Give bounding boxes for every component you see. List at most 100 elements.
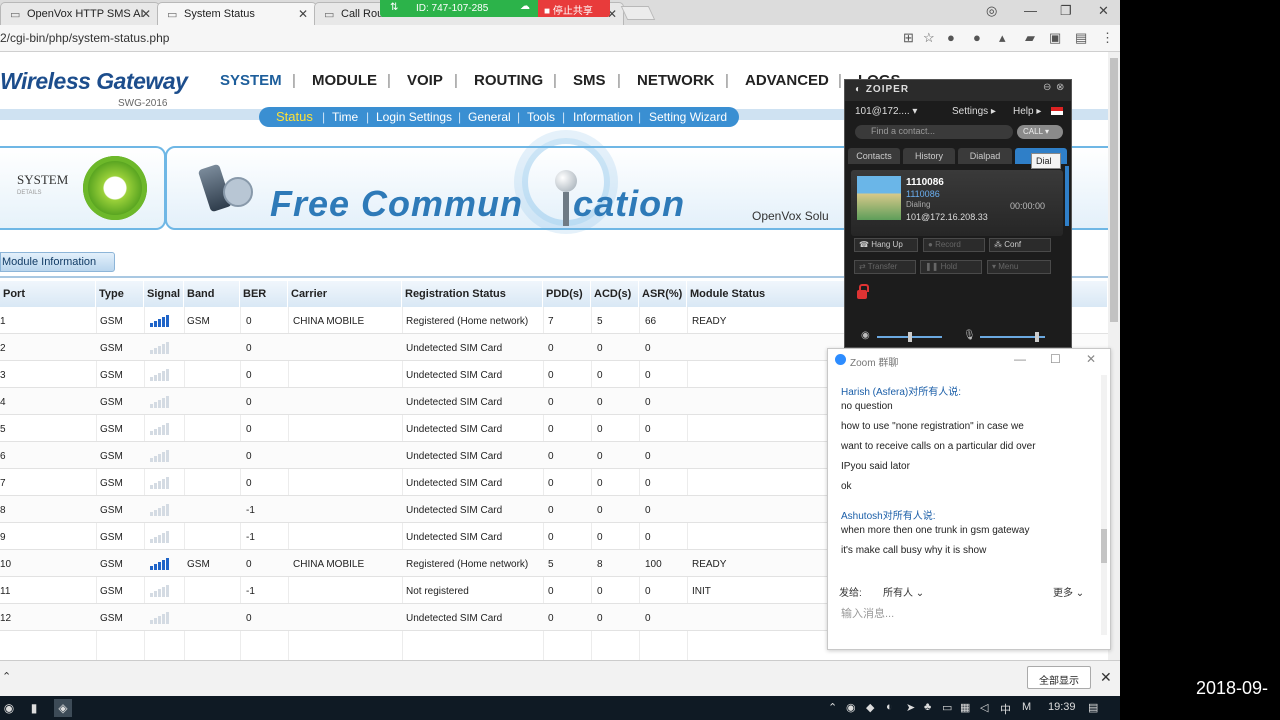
tray-icon[interactable]: ♣ [924,701,931,713]
subnav-setting-wizard[interactable]: Setting Wizard [649,110,727,124]
close-icon[interactable]: ⊗ [1056,82,1064,93]
transfer-button[interactable]: ⇄ Transfer [854,260,916,274]
chat-scrollbar[interactable] [1101,375,1107,635]
tray-icon[interactable]: ➤ [906,701,915,714]
minimize-icon[interactable]: ⊖ [1043,82,1051,93]
stop-icon: ■ [544,6,553,17]
speaker-volume-knob[interactable] [908,332,912,342]
tab-title: OpenVox HTTP SMS AI [27,8,144,20]
maximize-icon[interactable]: ☐ [1050,352,1061,366]
volume-icon[interactable]: ◁ [980,701,988,714]
subnav-time[interactable]: Time [332,110,358,124]
close-icon[interactable]: ✕ [1100,669,1112,686]
help-menu[interactable]: Help ▸ [1013,106,1041,117]
app-icon[interactable]: ▮ [25,699,43,717]
chat-message: no question [841,401,893,412]
network-icon[interactable]: ▦ [960,701,970,714]
menu-button[interactable]: ▾ Menu [987,260,1051,274]
type-cell: GSM [100,559,123,570]
translate-icon[interactable]: ⊞ [903,30,914,46]
zoiper-scrollbar[interactable] [1065,166,1069,226]
tray-icon[interactable]: ◉ [846,701,856,714]
nav-routing[interactable]: ROUTING [474,72,543,89]
tray-icon[interactable]: ◐ [886,701,893,713]
more-dropdown[interactable]: 更多 ⌄ [1053,584,1084,599]
find-contact-input[interactable]: Find a contact... [855,125,1013,139]
stop-share-button[interactable]: ■ 停止共享 [538,0,610,17]
nav-network[interactable]: NETWORK [637,72,715,89]
user-icon[interactable]: ◎ [986,3,997,19]
new-tab-button[interactable] [620,6,656,20]
pdd-cell: 0 [548,505,554,516]
close-window-icon[interactable]: ✕ [1098,3,1109,19]
record-button[interactable]: ● Record [923,238,985,252]
extension-icon[interactable]: ● [947,30,955,45]
subnav-status[interactable]: Status [276,109,313,124]
minimize-icon[interactable]: — [1024,3,1037,18]
settings-menu[interactable]: Settings ▸ [952,106,996,117]
tray-icon[interactable]: ◆ [866,701,874,714]
port-cell: 10 [0,559,12,570]
page-icon: ▭ [10,9,21,21]
flag-icon[interactable] [1051,107,1063,115]
close-icon[interactable]: ✕ [1086,352,1096,366]
extension-icon[interactable]: ▤ [1075,30,1087,46]
chevron-up-icon[interactable]: ⌃ [2,670,11,683]
acd-cell: 0 [597,370,603,381]
nav-voip[interactable]: VOIP [407,72,443,89]
ime-indicator[interactable]: 中 [1000,701,1011,717]
hold-button[interactable]: ❚❚ Hold [920,260,982,274]
app-icon[interactable]: ◈ [54,699,72,717]
module-status-cell: INIT [692,586,711,597]
menu-kebab-icon[interactable]: ⋮ [1101,30,1114,46]
tab-system-status[interactable]: ▭ System Status ✕ [157,2,317,25]
microphone-stand [563,192,569,226]
tab-openvox-sms[interactable]: ▭ OpenVox HTTP SMS AI ✕ [0,2,160,25]
extension-icon[interactable]: ▣ [1049,30,1061,46]
scrollbar-thumb[interactable] [1110,58,1118,322]
signal-strength-icon [150,315,172,327]
extension-icon[interactable]: ▴ [999,30,1006,46]
chat-message-input[interactable]: 输入消息... [841,605,894,621]
tab-contacts[interactable]: Contacts [848,148,900,164]
banner-system-subtitle: DETAILS [17,190,42,196]
close-tab-icon[interactable]: ✕ [298,7,308,21]
tab-dialpad[interactable]: Dialpad [958,148,1012,164]
subnav-login-settings[interactable]: Login Settings [376,110,452,124]
cookie-icon[interactable]: ● [973,30,981,45]
nav-advanced[interactable]: ADVANCED [745,72,829,89]
module-information-tab[interactable]: Module Information [0,252,115,272]
show-all-downloads-button[interactable]: 全部显示 [1027,666,1091,689]
notifications-icon[interactable]: ▤ [1088,701,1098,714]
account-selector[interactable]: 101@172.... ▾ [855,106,917,117]
mic-volume-knob[interactable] [1035,332,1039,342]
nav-sms[interactable]: SMS [573,72,606,89]
restore-icon[interactable]: ❐ [1060,3,1072,19]
minimize-icon[interactable]: — [1014,352,1026,366]
registration-status-cell: Undetected SIM Card [406,532,503,543]
conference-button[interactable]: ⁂ Conf [989,238,1051,252]
url-field[interactable]: 2/cgi-bin/php/system-status.php [0,31,169,45]
subnav-general[interactable]: General [468,110,511,124]
clock[interactable]: 19:39 [1048,701,1076,713]
chevron-up-icon[interactable]: ⌃ [828,701,837,714]
extension-icon[interactable]: ▰ [1025,30,1035,46]
nav-system[interactable]: SYSTEM [220,72,282,89]
gmail-icon[interactable]: M [1022,701,1031,713]
tab-title: System Status [184,8,255,20]
chat-scrollbar-thumb[interactable] [1101,529,1107,563]
port-cell: 4 [0,397,6,408]
tab-history[interactable]: History [903,148,955,164]
hang-up-button[interactable]: ☎ Hang Up [854,238,918,252]
call-button[interactable]: CALL ▾ [1017,125,1063,139]
nav-module[interactable]: MODULE [312,72,377,89]
subnav-tools[interactable]: Tools [527,110,555,124]
ber-cell: 0 [246,424,252,435]
close-tab-icon[interactable]: ✕ [141,7,151,21]
subnav-information[interactable]: Information [573,110,633,124]
recipient-dropdown[interactable]: 所有人 ⌄ [883,584,924,599]
tray-icon[interactable]: ▭ [942,701,952,714]
app-icon[interactable]: ◉ [0,699,18,717]
bookmark-star-icon[interactable]: ☆ [923,30,935,46]
signal-strength-icon [150,612,172,624]
